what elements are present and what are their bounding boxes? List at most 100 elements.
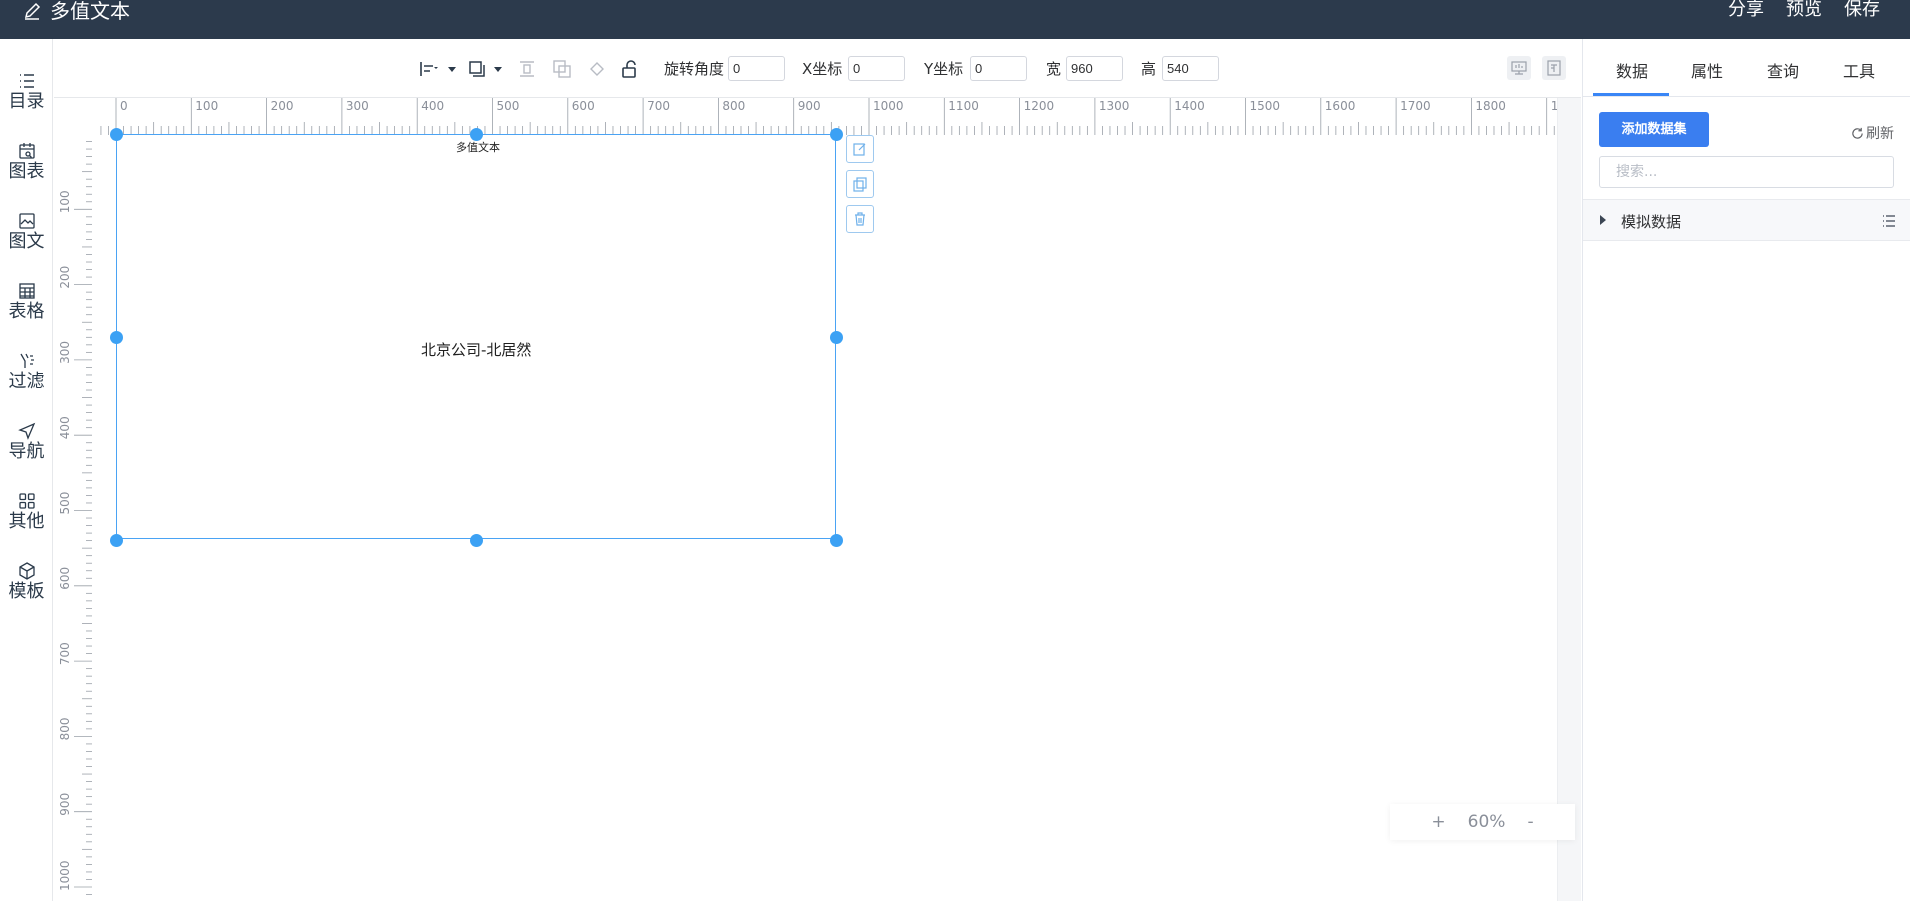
ruler-label: 1000 [873, 99, 904, 113]
resize-handle-top-left[interactable] [109, 127, 123, 141]
dataset-tree-item[interactable]: 模拟数据 [1583, 199, 1910, 241]
component-text[interactable]: 北京公司-北居然 [421, 339, 531, 360]
ruler-label: 100 [58, 190, 72, 213]
sidebar-item-navigation[interactable]: 导航 [0, 421, 53, 481]
tab-query[interactable]: 查询 [1767, 58, 1799, 82]
resize-handle-top[interactable] [469, 127, 483, 141]
unlock-icon[interactable] [619, 58, 641, 80]
ruler-label: 1700 [1400, 99, 1431, 113]
x-coordinate-label: X坐标 [802, 60, 843, 78]
ruler-label: 600 [572, 99, 595, 113]
ruler-label: 500 [497, 99, 520, 113]
resize-handle-right[interactable] [829, 330, 843, 344]
ruler-label: 800 [58, 717, 72, 740]
height-label: 高 [1141, 60, 1157, 78]
vertical-ruler-ticks: 100 200 300 400 500 600 700 800 900 1000 [58, 141, 92, 895]
ruler-label: 700 [647, 99, 670, 113]
distribute-icon[interactable] [516, 58, 538, 80]
ungroup-icon[interactable] [586, 58, 608, 80]
chevron-down-icon[interactable] [492, 58, 504, 80]
tab-data[interactable]: 数据 [1616, 58, 1648, 82]
refresh-button[interactable]: 刷新 [1851, 123, 1894, 143]
app-title: 多值文本 [22, 0, 130, 22]
zoom-out-button[interactable]: - [1527, 812, 1533, 832]
template-icon [18, 562, 35, 580]
align-left-icon[interactable] [417, 58, 439, 80]
resize-handle-bottom[interactable] [469, 533, 483, 547]
x-coordinate-input[interactable] [848, 56, 905, 81]
layer-icon[interactable] [466, 58, 488, 80]
ruler-label: 1800 [1475, 99, 1506, 113]
sidebar-item-label: 模板 [8, 581, 45, 602]
width-label: 宽 [1046, 60, 1062, 78]
sidebar-item-filter[interactable]: 过滤 [0, 351, 53, 411]
rotation-input[interactable] [728, 56, 785, 81]
ruler-label: 500 [58, 492, 72, 515]
sidebar-item-label: 过滤 [8, 371, 45, 392]
sidebar-item-label: 表格 [8, 301, 45, 322]
sidebar-item-label: 目录 [8, 91, 45, 112]
caret-right-icon[interactable] [1600, 215, 1606, 225]
ruler-label: 900 [798, 99, 821, 113]
ruler-label: 1200 [1024, 99, 1055, 113]
ruler-label: 800 [722, 99, 745, 113]
y-coordinate-input[interactable] [970, 56, 1027, 81]
copy-component-button[interactable] [846, 170, 874, 198]
resize-handle-top-right[interactable] [829, 127, 843, 141]
tab-tools[interactable]: 工具 [1843, 58, 1875, 82]
selected-component-frame[interactable] [116, 134, 836, 539]
y-coordinate-label: Y坐标 [924, 60, 964, 78]
edit-component-button[interactable] [846, 135, 874, 163]
ruler-label: 300 [346, 99, 369, 113]
resize-handle-bottom-left[interactable] [109, 533, 123, 547]
trash-icon [855, 212, 865, 226]
save-button[interactable]: 保存 [1844, 0, 1880, 20]
ruler-label: 400 [58, 416, 72, 439]
canvas-scrollbar[interactable] [1557, 98, 1581, 901]
sidebar-item-table[interactable]: 表格 [0, 281, 53, 341]
sidebar-item-label: 图文 [8, 231, 45, 252]
ruler-label: 1600 [1325, 99, 1356, 113]
ruler-label: 400 [421, 99, 444, 113]
table-icon [18, 283, 35, 299]
list-icon [19, 74, 34, 88]
navigation-icon [17, 422, 35, 440]
preview-button[interactable]: 预览 [1786, 0, 1822, 20]
list-icon[interactable] [1881, 213, 1897, 229]
right-panel: 数据 属性 查询 工具 添加数据集 刷新 模拟数据 [1582, 39, 1910, 901]
image-text-icon [18, 213, 35, 229]
sidebar-item-template[interactable]: 模板 [0, 561, 53, 621]
sidebar-item-label: 图表 [8, 161, 45, 182]
share-button[interactable]: 分享 [1728, 0, 1764, 20]
zoom-level: 60% [1467, 812, 1506, 832]
group-icon[interactable] [551, 58, 573, 80]
desktop-view-icon[interactable] [1507, 56, 1531, 80]
ruler-label: 900 [58, 793, 72, 816]
ruler-label: 200 [58, 266, 72, 289]
tab-properties[interactable]: 属性 [1691, 58, 1723, 82]
ruler-label: 1400 [1174, 99, 1205, 113]
sidebar-item-chart[interactable]: 图表 [0, 141, 53, 201]
sidebar-item-other[interactable]: 其他 [0, 491, 53, 551]
sidebar-item-catalog[interactable]: 目录 [0, 71, 53, 131]
resize-handle-bottom-right[interactable] [829, 533, 843, 547]
sidebar-item-label: 其他 [8, 511, 45, 532]
resize-handle-left[interactable] [109, 330, 123, 344]
vertical-ruler: 100 200 300 400 500 600 700 800 900 1000 [54, 135, 115, 901]
top-bar: 多值文本 分享 预览 保存 [0, 0, 1910, 39]
ruler-label: 700 [58, 642, 72, 665]
sidebar-item-image-text[interactable]: 图文 [0, 211, 53, 271]
edit-icon [853, 143, 866, 156]
dataset-search-input[interactable] [1599, 156, 1894, 188]
chevron-down-icon[interactable] [446, 58, 458, 80]
mobile-view-icon[interactable] [1542, 56, 1566, 80]
width-input[interactable] [1066, 56, 1123, 81]
active-tab-indicator [1593, 93, 1669, 96]
height-input[interactable] [1162, 56, 1219, 81]
sidebar-item-label: 导航 [8, 441, 45, 462]
zoom-in-button[interactable]: + [1431, 812, 1445, 832]
ruler-label: 300 [58, 341, 72, 364]
add-dataset-button[interactable]: 添加数据集 [1599, 112, 1709, 147]
delete-component-button[interactable] [846, 205, 874, 233]
right-panel-tabs: 数据 属性 查询 工具 [1583, 39, 1910, 97]
